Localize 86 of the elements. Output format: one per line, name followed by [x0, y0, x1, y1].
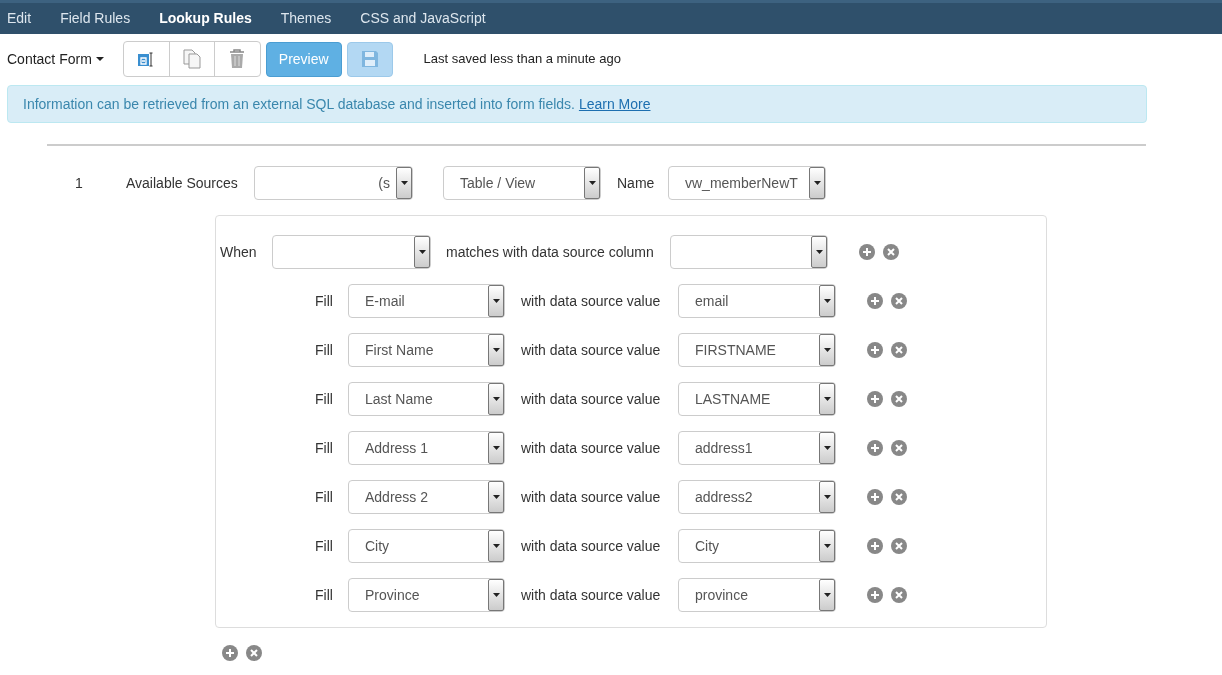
caret-icon: [819, 334, 835, 366]
dropdown[interactable]: address1: [678, 431, 836, 465]
trash-icon: [229, 49, 246, 69]
dropdown[interactable]: City: [348, 529, 505, 563]
nav-tab[interactable]: Lookup Rules: [159, 8, 252, 29]
add-icon[interactable]: [222, 645, 238, 661]
caret-icon: [819, 530, 835, 562]
caret-icon: [488, 432, 504, 464]
fill-label: Fill: [315, 389, 334, 409]
dropdown[interactable]: First Name: [348, 333, 505, 367]
caret-icon: [488, 334, 504, 366]
remove-icon[interactable]: [891, 489, 907, 505]
fill-label: Fill: [315, 291, 334, 311]
remove-icon[interactable]: [891, 293, 907, 309]
add-icon[interactable]: [867, 538, 883, 554]
add-icon[interactable]: [867, 440, 883, 456]
value-text: with data source value: [521, 438, 662, 458]
add-icon[interactable]: [867, 342, 883, 358]
value-text: with data source value: [521, 389, 662, 409]
remove-icon[interactable]: [891, 440, 907, 456]
caret-icon: [488, 285, 504, 317]
fill-label: Fill: [315, 536, 334, 556]
dropdown[interactable]: Province: [348, 578, 505, 612]
dropdown[interactable]: vw_memberNewT: [668, 166, 826, 200]
learn-more-link[interactable]: Learn More: [578, 95, 651, 112]
text-cursor-icon: [137, 50, 156, 68]
remove-icon[interactable]: [891, 342, 907, 358]
fill-label: Fill: [315, 487, 334, 507]
fill-label: Fill: [315, 340, 334, 360]
caret-icon: [488, 579, 504, 611]
caret-icon: [95, 57, 104, 61]
remove-icon[interactable]: [883, 244, 899, 260]
remove-icon[interactable]: [891, 391, 907, 407]
nav-tab[interactable]: Field Rules: [60, 8, 131, 29]
nav-tab[interactable]: CSS and JavaScript: [360, 8, 486, 29]
caret-icon: [819, 383, 835, 415]
value-text: with data source value: [521, 340, 662, 360]
caret-icon: [488, 383, 504, 415]
add-icon[interactable]: [859, 244, 875, 260]
when-label: When: [220, 242, 258, 262]
rule-number: 1: [75, 173, 84, 193]
match-text: matches with data source column: [446, 242, 655, 262]
caret-icon: [396, 167, 412, 199]
dropdown[interactable]: email: [678, 284, 836, 318]
dropdown[interactable]: LASTNAME: [678, 382, 836, 416]
dropdown[interactable]: Table / View: [443, 166, 601, 200]
dropdown[interactable]: FIRSTNAME: [678, 333, 836, 367]
value-text: with data source value: [521, 487, 662, 507]
save-status: Last saved less than a minute ago: [423, 50, 621, 69]
dropdown[interactable]: province: [678, 578, 836, 612]
fill-label: Fill: [315, 438, 334, 458]
value-text: with data source value: [521, 585, 662, 605]
name-label: Name: [617, 173, 656, 193]
dropdown[interactable]: Address 1: [348, 431, 505, 465]
caret-icon: [811, 236, 827, 268]
copy-icon: [182, 49, 201, 69]
caret-icon: [819, 481, 835, 513]
dropdown[interactable]: Last Name: [348, 382, 505, 416]
caret-icon: [819, 285, 835, 317]
caret-icon: [819, 579, 835, 611]
caret-icon: [488, 530, 504, 562]
caret-icon: [584, 167, 600, 199]
value-text: with data source value: [521, 536, 662, 556]
caret-icon: [414, 236, 430, 268]
dropdown[interactable]: E-mail: [348, 284, 505, 318]
dropdown[interactable]: Address 2: [348, 480, 505, 514]
dropdown[interactable]: (s: [254, 166, 413, 200]
caret-icon: [488, 481, 504, 513]
fill-label: Fill: [315, 585, 334, 605]
sources-label: Available Sources: [126, 173, 239, 193]
info-text: Information can be retrieved from an external SQL database and inserted into form fields. Learn More: [23, 94, 651, 114]
caret-icon: [809, 167, 825, 199]
dropdown[interactable]: address2: [678, 480, 836, 514]
form-menu[interactable]: Contact Form: [7, 48, 104, 70]
add-icon[interactable]: [867, 587, 883, 603]
add-icon[interactable]: [867, 293, 883, 309]
remove-icon[interactable]: [891, 587, 907, 603]
add-icon[interactable]: [867, 391, 883, 407]
nav-tab[interactable]: Edit: [7, 8, 32, 29]
dropdown[interactable]: City: [678, 529, 836, 563]
remove-icon[interactable]: [891, 538, 907, 554]
add-icon[interactable]: [867, 489, 883, 505]
caret-icon: [819, 432, 835, 464]
nav-tab[interactable]: Themes: [280, 8, 332, 29]
value-text: with data source value: [521, 291, 662, 311]
remove-icon[interactable]: [246, 645, 262, 661]
